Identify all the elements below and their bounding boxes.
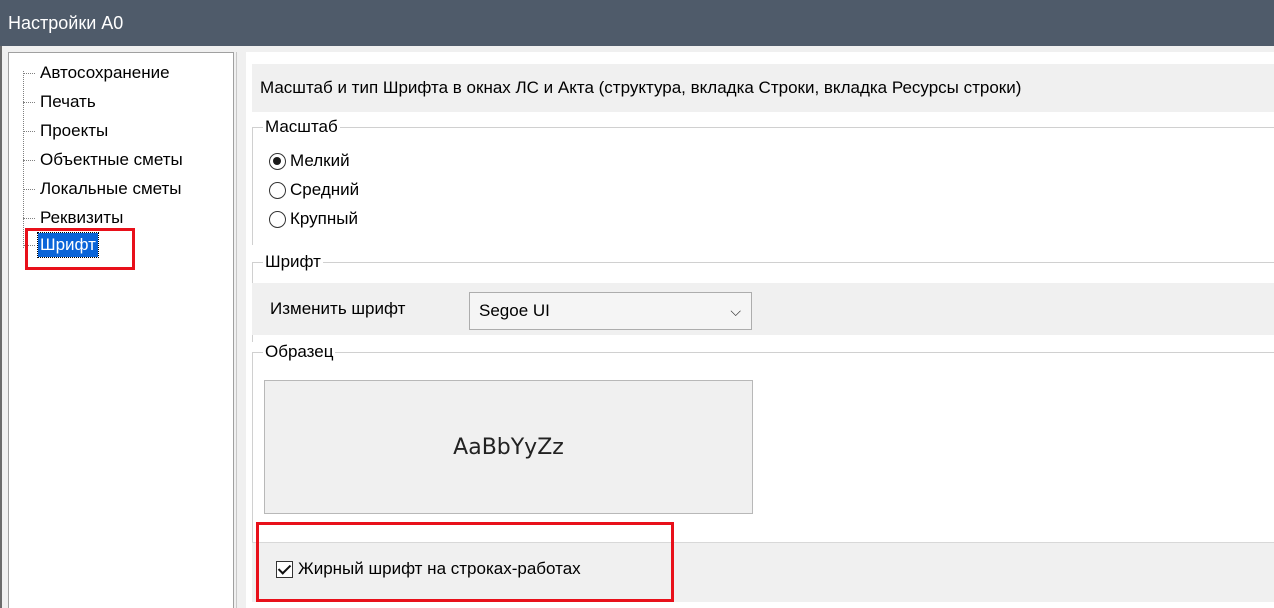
- change-font-label: Изменить шрифт: [270, 299, 406, 318]
- bold-rows-checkbox-row[interactable]: Жирный шрифт на строках-работах: [276, 555, 581, 583]
- bold-rows-checkbox[interactable]: [276, 560, 293, 578]
- radio-large[interactable]: Крупный: [269, 205, 358, 233]
- bold-rows-label: Жирный шрифт на строках-работах: [298, 559, 581, 578]
- radio-label: Крупный: [290, 209, 358, 228]
- radio-label: Средний: [290, 180, 360, 199]
- settings-content: Масштаб и тип Шрифта в окнах ЛС и Акта (…: [246, 52, 1274, 608]
- sample-group-title: Образец: [263, 341, 336, 363]
- radio-button[interactable]: [269, 181, 286, 199]
- tree-item-label: Автосохранение: [40, 63, 170, 82]
- tree-item-label: Реквизиты: [40, 208, 124, 227]
- radio-button-checked[interactable]: [269, 152, 286, 170]
- scale-group: Масштаб Мелкий Средний Крупный: [252, 116, 1274, 245]
- panel-splitter[interactable]: [236, 52, 246, 608]
- tree-item-label: Локальные сметы: [40, 179, 182, 198]
- scale-group-title: Масштаб: [263, 116, 340, 138]
- font-select-row: Изменить шрифт Segoe UI ⌵: [252, 283, 1274, 335]
- font-select-dropdown[interactable]: Segoe UI ⌵: [469, 292, 752, 330]
- font-sample-text: AaBbYyZz: [453, 435, 564, 460]
- tree-item-label: Объектные сметы: [40, 150, 183, 169]
- tree-item-label: Проекты: [40, 121, 109, 140]
- chevron-down-icon[interactable]: ⌵: [730, 293, 741, 329]
- window-title-bar[interactable]: Настройки А0: [0, 0, 1274, 46]
- radio-medium[interactable]: Средний: [269, 176, 359, 204]
- radio-label: Мелкий: [290, 151, 350, 170]
- tree-item-label: Шрифт: [37, 232, 99, 258]
- section-description: Масштаб и тип Шрифта в окнах ЛС и Акта (…: [252, 64, 1274, 112]
- window-title: Настройки А0: [8, 13, 124, 33]
- settings-tree: Автосохранение Печать Проекты Объектные …: [8, 52, 234, 608]
- font-select-value: Segoe UI: [479, 301, 550, 320]
- font-sample-preview: AaBbYyZz: [264, 380, 753, 514]
- radio-small[interactable]: Мелкий: [269, 147, 350, 175]
- font-group-title: Шрифт: [263, 251, 323, 273]
- radio-button[interactable]: [269, 210, 286, 228]
- tree-item-label: Печать: [40, 92, 96, 111]
